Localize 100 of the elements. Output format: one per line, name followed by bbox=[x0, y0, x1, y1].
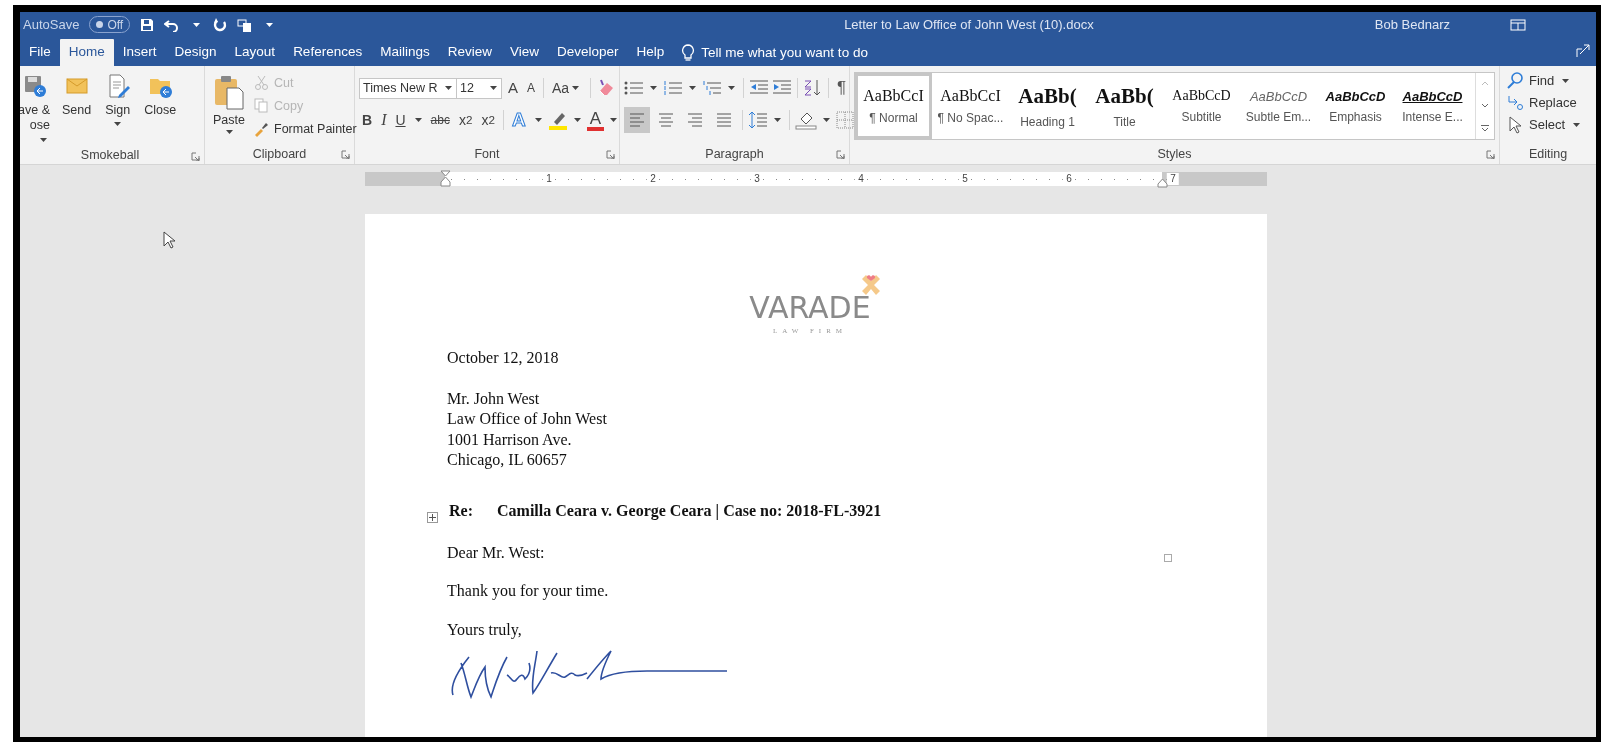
smokeball-button[interactable]: Send bbox=[58, 70, 96, 121]
highlighter-icon bbox=[547, 110, 568, 130]
address-line: Mr. John West bbox=[447, 388, 540, 409]
ribbon-tab[interactable]: Design bbox=[165, 39, 226, 66]
ruler-number: 4 bbox=[855, 173, 867, 185]
group-label: Paragraph bbox=[705, 147, 764, 161]
autosave-label: AutoSave bbox=[23, 17, 80, 32]
multilevel-list-icon bbox=[702, 80, 722, 96]
dialog-launcher-icon[interactable] bbox=[606, 150, 615, 159]
caret-icon bbox=[650, 86, 657, 90]
user-name: Bob Bednarz bbox=[1374, 17, 1450, 32]
style-option[interactable]: AaBbCcD Subtle Em... bbox=[1240, 73, 1317, 139]
find-button[interactable]: Find bbox=[1504, 70, 1576, 91]
decrease-indent-icon bbox=[749, 80, 769, 96]
salutation: Dear Mr. West: bbox=[447, 542, 545, 563]
search-icon bbox=[1507, 71, 1524, 90]
font-size-field[interactable]: 12 bbox=[456, 77, 502, 99]
ribbon-tab[interactable]: Developer bbox=[548, 39, 628, 66]
dialog-launcher-icon[interactable] bbox=[836, 150, 845, 159]
right-indent-marker-icon[interactable] bbox=[1157, 178, 1168, 188]
caret-icon bbox=[572, 86, 580, 90]
mouse-pointer-icon bbox=[163, 231, 175, 249]
style-option[interactable]: AaBbCcD Subtitle bbox=[1163, 73, 1240, 139]
ribbon-tab[interactable]: References bbox=[284, 39, 372, 66]
format-button[interactable]: B bbox=[359, 109, 376, 131]
ribbon-tab[interactable]: Help bbox=[627, 39, 674, 66]
redo-icon bbox=[213, 17, 228, 32]
dialog-launcher-icon[interactable] bbox=[341, 150, 350, 159]
scroll-up-icon bbox=[1481, 81, 1489, 87]
copy-icon bbox=[254, 97, 269, 114]
line-spacing-icon bbox=[748, 111, 768, 129]
group-label: Smokeball bbox=[80, 148, 140, 162]
disk-icon bbox=[23, 74, 47, 98]
ruler-number: 2 bbox=[647, 173, 659, 185]
address-line: Law Office of John West bbox=[447, 409, 607, 429]
smokeball-button[interactable]: Close bbox=[140, 70, 181, 121]
show-marks-button[interactable]: ¶ bbox=[834, 77, 850, 99]
font-color-button[interactable]: A bbox=[586, 109, 604, 131]
align-left-icon[interactable] bbox=[624, 107, 650, 133]
caret-icon bbox=[490, 86, 497, 90]
caret-icon bbox=[534, 118, 542, 122]
ribbon-tab[interactable]: Home bbox=[59, 39, 114, 66]
style-option[interactable]: AaBbCcD Intense E... bbox=[1394, 73, 1471, 139]
style-option[interactable]: AaBbCcI ¶ No Spac... bbox=[932, 73, 1009, 139]
numbering-icon bbox=[663, 80, 683, 96]
grow-font-button[interactable]: A bbox=[505, 77, 521, 99]
style-option[interactable]: AaBbCcD Emphasis bbox=[1317, 73, 1394, 139]
clipboard-icon bbox=[213, 74, 245, 110]
share-icon bbox=[1576, 44, 1590, 58]
style-option[interactable]: AaBb( Title bbox=[1086, 73, 1163, 139]
caret-icon bbox=[610, 118, 617, 122]
ruler-number: 6 bbox=[1063, 173, 1075, 185]
closing: Yours truly, bbox=[447, 619, 522, 640]
ribbon-tab[interactable]: View bbox=[500, 39, 548, 66]
select-button[interactable]: Select bbox=[1504, 114, 1587, 135]
group-label: Editing bbox=[1528, 147, 1568, 161]
logo-name: VARADE bbox=[749, 292, 871, 324]
ribbon-tab[interactable]: Layout bbox=[225, 39, 285, 66]
undo-icon bbox=[164, 17, 181, 32]
tell-me-search[interactable]: Tell me what you want to do bbox=[681, 39, 868, 66]
group-label: Styles bbox=[1157, 147, 1192, 161]
borders-icon bbox=[836, 111, 854, 129]
caret-icon bbox=[774, 118, 781, 122]
format-button[interactable]: abc bbox=[427, 109, 453, 131]
smokeball-button[interactable]: Sign bbox=[101, 70, 135, 130]
dialog-launcher-icon[interactable] bbox=[191, 152, 200, 161]
format-button[interactable]: U bbox=[392, 109, 409, 131]
indent-marker-icon[interactable] bbox=[440, 170, 451, 190]
shading-icon bbox=[795, 110, 817, 130]
lightbulb-icon bbox=[681, 43, 696, 62]
change-case-button[interactable]: Aa bbox=[549, 77, 586, 99]
ribbon-tab[interactable]: Insert bbox=[113, 39, 166, 66]
caret-icon bbox=[573, 118, 581, 122]
shrink-font-button[interactable]: A bbox=[524, 77, 539, 99]
ruler-number: 3 bbox=[751, 173, 763, 185]
scroll-down-icon bbox=[1481, 103, 1489, 109]
caret-icon bbox=[414, 118, 422, 122]
ruler-number: 7 bbox=[1167, 173, 1179, 185]
format-painter-button[interactable]: Format Painter bbox=[251, 118, 360, 139]
subject-label: Re: bbox=[449, 501, 474, 520]
ruler-number: 5 bbox=[959, 173, 971, 185]
style-option[interactable]: AaBb( Heading 1 bbox=[1009, 73, 1086, 139]
address-line: Chicago, IL 60657 bbox=[447, 450, 567, 471]
paste-button[interactable]: Paste bbox=[209, 70, 249, 138]
style-option[interactable]: AaBbCcI ¶ Normal bbox=[855, 73, 932, 139]
dialog-launcher-icon[interactable] bbox=[1486, 150, 1495, 159]
ribbon-tab[interactable]: Review bbox=[438, 39, 501, 66]
subject-line: Camilla Ceara v. George Ceara | Case no: 2018-FL-3921 bbox=[497, 501, 882, 520]
format-button[interactable]: I bbox=[378, 109, 390, 131]
caret-icon bbox=[193, 22, 201, 27]
paintbrush-icon bbox=[254, 120, 269, 137]
replace-button[interactable]: Replace bbox=[1504, 92, 1580, 113]
increase-indent-icon bbox=[772, 80, 792, 96]
font-name-field[interactable]: Times New R bbox=[359, 77, 457, 99]
caret-icon bbox=[823, 118, 830, 122]
touch-mode-icon bbox=[237, 17, 254, 32]
letter-date: October 12, 2018 bbox=[447, 348, 559, 368]
ribbon-tab[interactable]: Mailings bbox=[371, 39, 439, 66]
ribbon-tab[interactable]: File bbox=[20, 39, 60, 66]
scissors-icon bbox=[254, 74, 269, 91]
